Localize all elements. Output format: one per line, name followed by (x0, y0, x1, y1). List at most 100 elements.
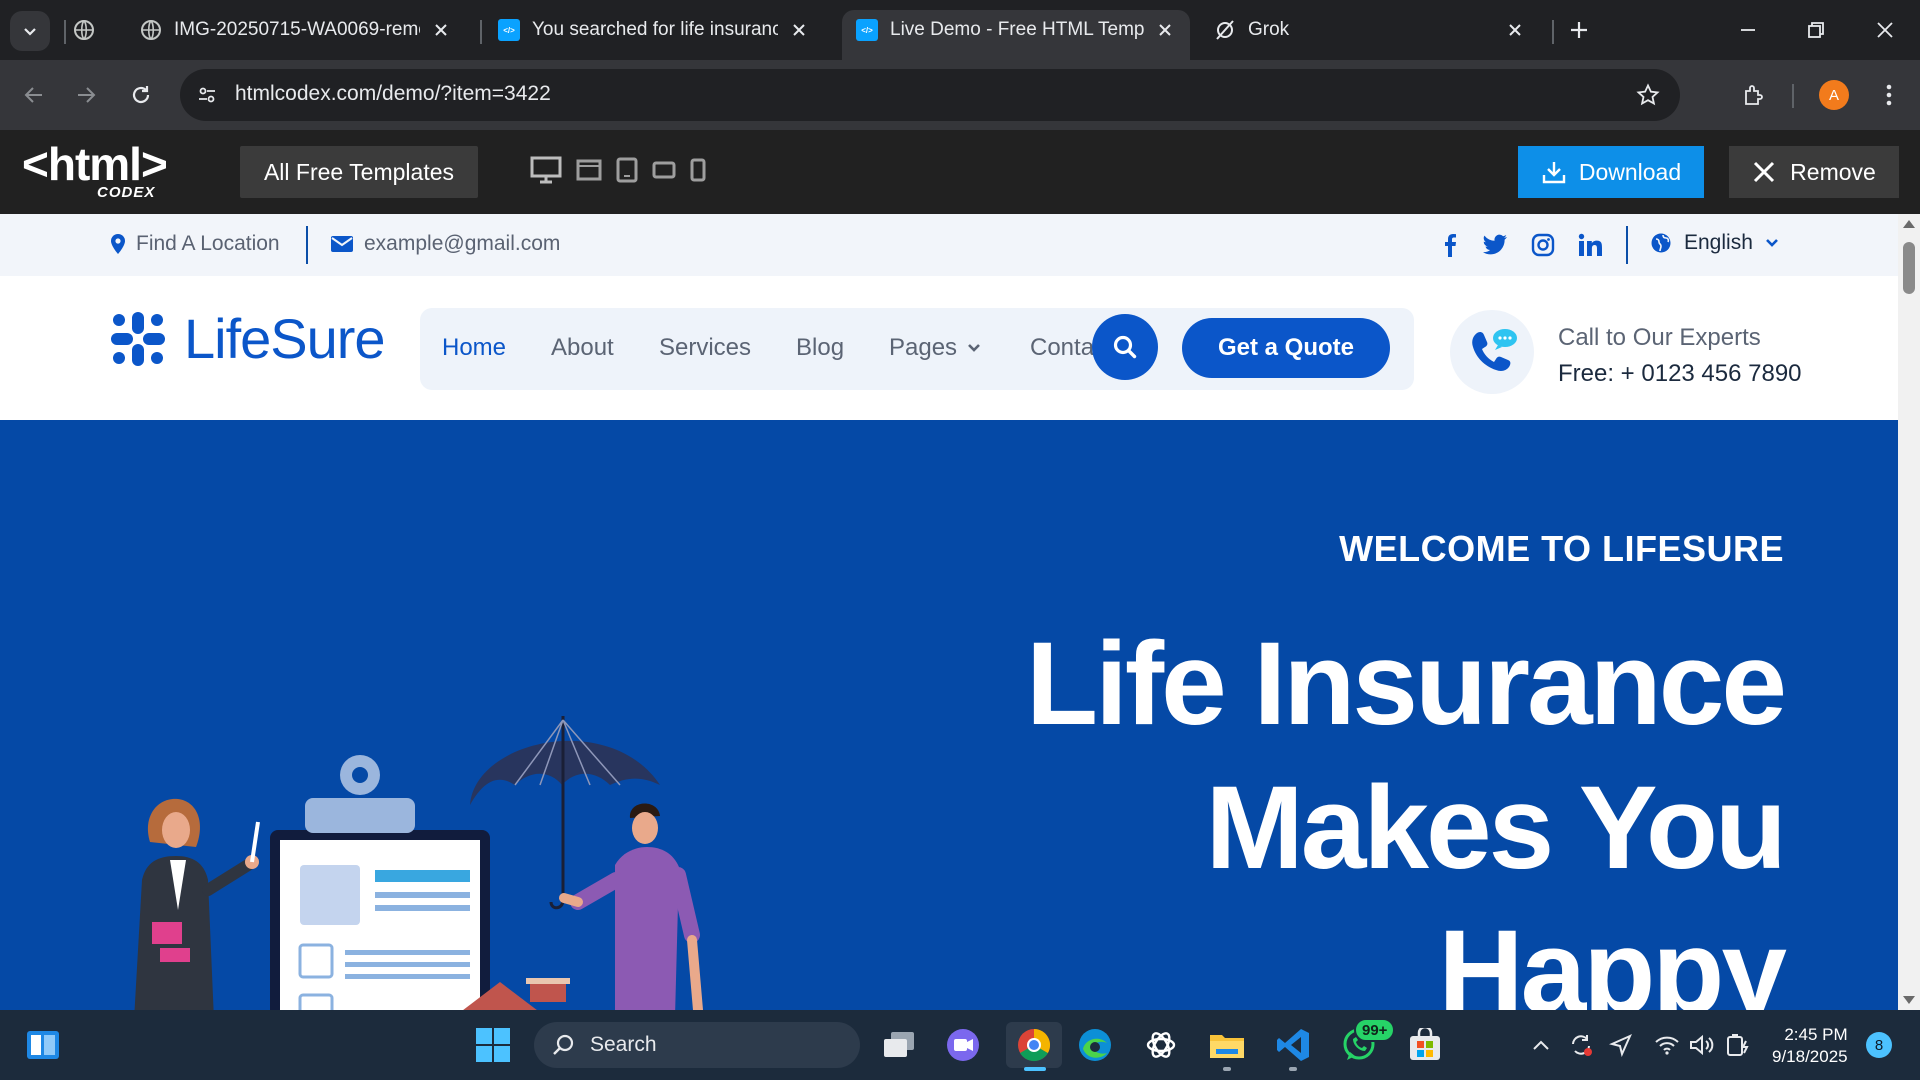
nav-about[interactable]: About (551, 334, 614, 362)
chevron-up-icon (1533, 1040, 1549, 1050)
twitter-icon[interactable] (1480, 230, 1510, 260)
explorer-running-indicator (1223, 1067, 1231, 1071)
close-window-button[interactable] (1862, 10, 1908, 50)
extensions-button[interactable] (1735, 76, 1773, 114)
widgets-icon (27, 1031, 59, 1059)
close-icon[interactable] (788, 19, 810, 41)
start-button[interactable] (470, 1022, 516, 1068)
site-navbar: LifeSure Home About Services Blog Pages … (0, 276, 1898, 394)
lifesure-logo-icon (111, 311, 165, 366)
minimize-button[interactable] (1725, 10, 1771, 50)
mobile-view-icon[interactable] (690, 158, 706, 187)
tablet-landscape-view-icon[interactable] (652, 161, 676, 184)
openai-icon (1146, 1032, 1176, 1058)
close-icon[interactable] (1154, 19, 1176, 41)
get-a-quote-button[interactable]: Get a Quote (1182, 318, 1390, 378)
notification-count-badge[interactable]: 8 (1866, 1032, 1892, 1058)
bookmark-star-icon[interactable] (1634, 81, 1662, 109)
nav-home[interactable]: Home (442, 334, 506, 362)
chrome-taskbar-button[interactable] (1006, 1022, 1062, 1068)
hero-headline: Life Insurance Makes You Happy (1026, 612, 1787, 1010)
tablet-view-icon[interactable] (616, 157, 638, 188)
restore-button[interactable] (1793, 10, 1839, 50)
instagram-icon[interactable] (1528, 230, 1558, 260)
close-icon (1877, 22, 1893, 38)
nav-contact[interactable]: Conta (1030, 334, 1094, 362)
facebook-icon[interactable] (1435, 230, 1465, 260)
email-text: example@gmail.com (364, 232, 561, 255)
teams-chat-button[interactable] (940, 1022, 986, 1068)
battery-charging-icon[interactable] (1723, 1030, 1753, 1060)
close-icon[interactable] (1504, 19, 1526, 41)
laptop-view-icon[interactable] (576, 159, 602, 186)
all-free-templates-button[interactable]: All Free Templates (240, 146, 478, 198)
htmlcodex-logo[interactable]: <html> CODEX (22, 141, 168, 201)
nav-pages[interactable]: Pages (889, 334, 981, 362)
page-scrollbar[interactable] (1898, 214, 1920, 1010)
microsoft-store-button[interactable] (1402, 1022, 1448, 1068)
site-info-icon[interactable] (194, 82, 220, 108)
taskbar-search[interactable]: Search (534, 1022, 860, 1068)
chatgpt-taskbar-button[interactable] (1138, 1022, 1184, 1068)
download-button[interactable]: Download (1518, 146, 1704, 198)
browser-toolbar: htmlcodex.com/demo/?item=3422 A (0, 60, 1920, 130)
download-label: Download (1578, 158, 1682, 185)
arrow-right-icon (78, 87, 96, 103)
envelope-icon (331, 236, 353, 252)
system-clock[interactable]: 2:45 PM 9/18/2025 (1772, 1024, 1848, 1068)
close-icon (1754, 161, 1775, 183)
email-link[interactable]: example@gmail.com (330, 232, 560, 256)
volume-icon[interactable] (1687, 1030, 1717, 1060)
reload-button[interactable] (121, 75, 161, 115)
insurance-illustration (134, 716, 703, 1010)
sync-status-icon[interactable] (1566, 1030, 1596, 1060)
task-view-button[interactable] (876, 1022, 922, 1068)
call-phone-number[interactable]: Free: + 0123 456 7890 (1558, 360, 1802, 388)
nav-services[interactable]: Services (659, 334, 751, 362)
tab-4[interactable]: Grok (1200, 10, 1540, 50)
wifi-icon[interactable] (1652, 1030, 1682, 1060)
tab-pinned[interactable] (64, 10, 104, 50)
tab-3-active[interactable]: </> Live Demo - Free HTML Templa (842, 10, 1190, 60)
close-icon[interactable] (430, 19, 452, 41)
edge-taskbar-button[interactable] (1072, 1022, 1118, 1068)
clock-date: 9/18/2025 (1772, 1047, 1848, 1066)
tab-2[interactable]: </> You searched for life insurance (484, 10, 824, 50)
url-text: htmlcodex.com/demo/?item=3422 (235, 82, 551, 105)
site-topbar: Find A Location example@gmail.com Englis… (0, 214, 1898, 276)
forward-button[interactable] (66, 75, 106, 115)
vscode-running-indicator (1289, 1067, 1297, 1071)
scroll-up-arrow[interactable] (1903, 220, 1915, 228)
main-menu: Home About Services Blog Pages Conta Get… (420, 308, 1414, 390)
find-location-link[interactable]: Find A Location (110, 232, 280, 256)
nav-blog[interactable]: Blog (796, 334, 844, 362)
new-tab-button[interactable] (1556, 10, 1602, 50)
remove-frame-button[interactable]: Remove (1729, 146, 1899, 198)
restore-icon (1808, 22, 1824, 38)
vscode-taskbar-button[interactable] (1270, 1022, 1316, 1068)
tab-1[interactable]: IMG-20250715-WA0069-remov (126, 10, 466, 50)
site-search-button[interactable] (1092, 314, 1158, 380)
profile-avatar[interactable]: A (1819, 80, 1849, 110)
globe-icon (1651, 233, 1671, 253)
tab-search-button[interactable] (10, 11, 50, 51)
address-bar[interactable]: htmlcodex.com/demo/?item=3422 (180, 69, 1680, 121)
vscode-icon (1277, 1029, 1309, 1061)
hero-line-3: Happy (1438, 906, 1787, 1010)
scroll-down-arrow[interactable] (1903, 996, 1915, 1004)
linkedin-icon[interactable] (1575, 230, 1605, 260)
grok-icon (1214, 19, 1236, 41)
browser-menu-button[interactable] (1870, 76, 1908, 114)
scrollbar-thumb[interactable] (1903, 242, 1915, 294)
location-text: Find A Location (136, 232, 280, 255)
search-icon (553, 1034, 574, 1055)
show-hidden-icons-button[interactable] (1526, 1030, 1556, 1060)
desktop-view-icon[interactable] (530, 156, 562, 189)
language-selector[interactable]: English (1650, 231, 1779, 255)
widgets-button[interactable] (20, 1022, 66, 1068)
back-button[interactable] (14, 75, 54, 115)
file-explorer-button[interactable] (1204, 1022, 1250, 1068)
tab-title: Grok (1248, 19, 1290, 40)
lifesure-logo[interactable]: LifeSure (110, 306, 386, 371)
location-arrow-icon[interactable] (1606, 1030, 1636, 1060)
